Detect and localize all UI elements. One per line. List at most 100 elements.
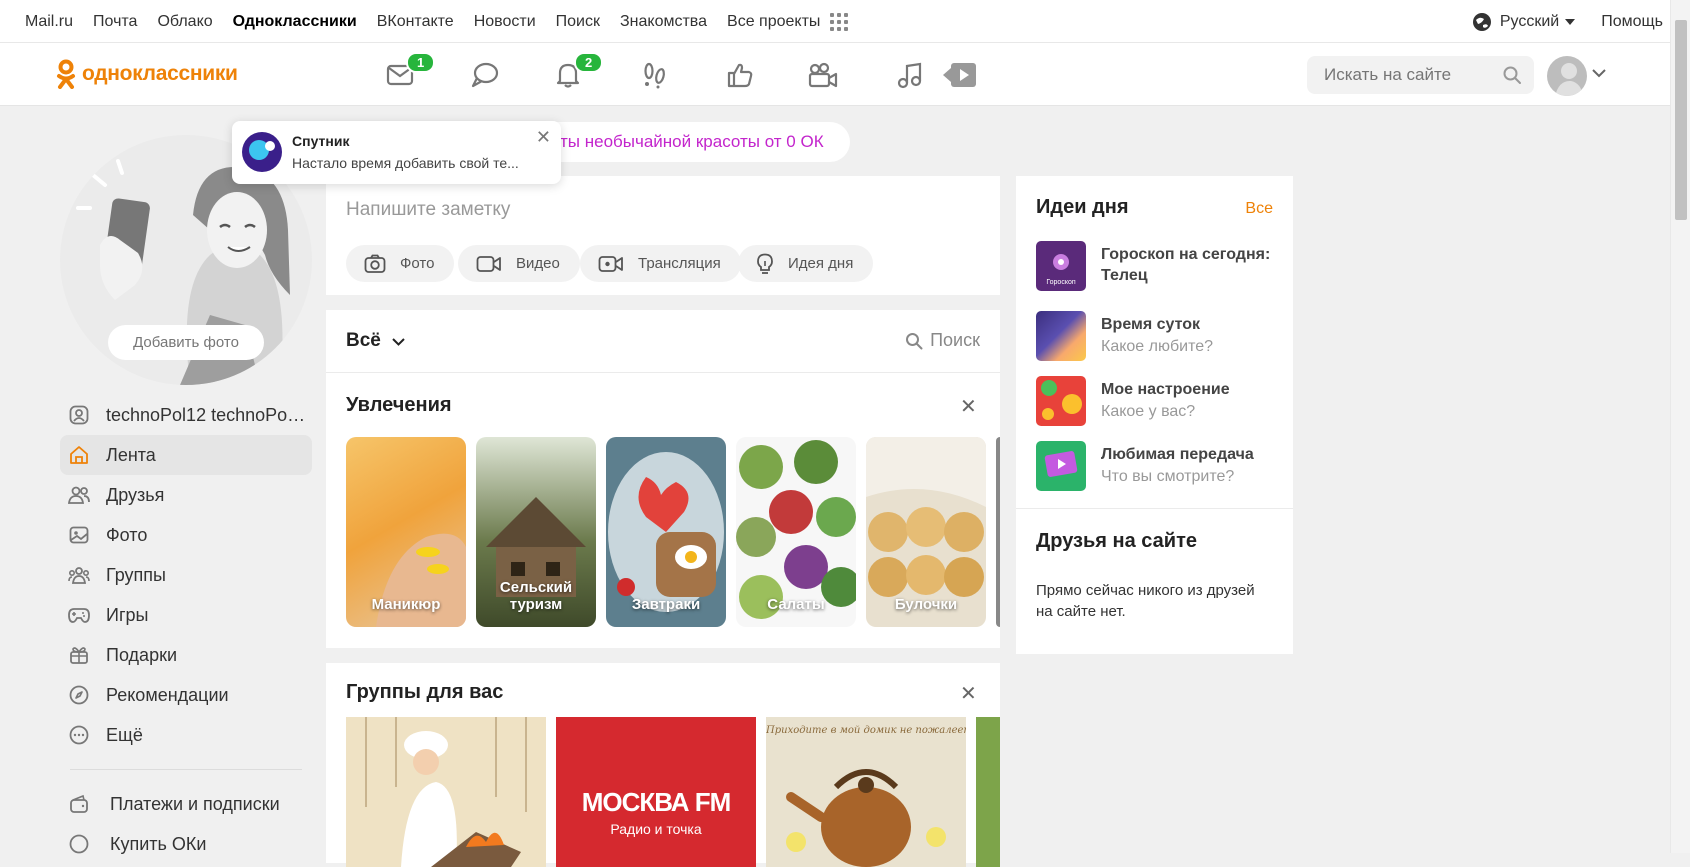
help-link[interactable]: Помощь — [1601, 13, 1663, 31]
feed-filter[interactable]: Всё — [346, 330, 405, 352]
nav-messages[interactable]: 1 — [382, 52, 436, 93]
wallet-icon — [70, 794, 88, 813]
hobby-card-salads[interactable]: Салаты — [736, 437, 856, 627]
site-header: одноклассники 1 2 — [0, 43, 1690, 106]
hobby-label: Салаты — [767, 596, 825, 613]
sidebar-item-gifts[interactable]: Подарки — [60, 635, 312, 675]
promo-banner[interactable]: ты необычайной красоты от 0 ОК — [520, 122, 850, 162]
chevron-down-icon[interactable] — [1592, 69, 1606, 78]
tooltip-text: Настало время добавить свой те... — [292, 155, 519, 171]
note-idea-button[interactable]: Идея дня — [738, 245, 874, 282]
idea-title: Мое настроение — [1101, 381, 1230, 398]
hobby-card-rural-tourism[interactable]: Сельский туризм — [476, 437, 596, 627]
portal-link-dating[interactable]: Знакомства — [620, 13, 707, 31]
nav-video-play[interactable] — [942, 57, 978, 93]
nav-events[interactable] — [722, 57, 758, 93]
sidebar-item-label: Лента — [106, 444, 156, 465]
hobby-card-partial[interactable] — [996, 437, 1000, 627]
notifications-badge: 2 — [574, 52, 604, 73]
portal-link-news[interactable]: Новости — [474, 13, 536, 31]
note-input[interactable]: Напишите заметку — [346, 199, 510, 221]
note-photo-button[interactable]: Фото — [346, 245, 455, 282]
idea-title: Гороскоп на сегодня: Телец — [1101, 246, 1271, 284]
portal-link-ok[interactable]: Одноклассники — [233, 13, 357, 31]
sidebar-item-label: Подарки — [106, 644, 178, 665]
nav-discussions[interactable] — [467, 57, 503, 93]
video-play-icon — [943, 63, 976, 87]
ok-logo-icon — [57, 59, 75, 89]
chevron-down-icon — [392, 338, 405, 346]
close-icon[interactable]: ✕ — [960, 394, 977, 419]
tooltip-title: Спутник — [292, 133, 350, 149]
video-icon — [476, 255, 501, 272]
ideas-divider — [1016, 508, 1293, 509]
portal-links: Mail.ru Почта Облако Одноклассники ВКонт… — [25, 0, 849, 43]
portal-link-search[interactable]: Поиск — [556, 13, 600, 31]
sidebar-item-groups[interactable]: Группы — [60, 555, 312, 595]
close-icon[interactable]: ✕ — [960, 681, 977, 706]
hobby-label: Булочки — [894, 596, 958, 613]
music-note-icon — [897, 62, 922, 89]
sidebar-item-profile[interactable]: technoPol12 technoPol... — [60, 395, 312, 435]
sidebar-item-recommendations[interactable]: Рекомендации — [60, 675, 312, 715]
close-icon[interactable]: ✕ — [536, 127, 551, 148]
like-icon — [727, 63, 753, 88]
group-tile-moskva-fm[interactable]: МОСКВА FM Радио и точка — [556, 717, 756, 867]
idea-item-time-of-day[interactable]: Время суток Какое любите? — [1036, 311, 1276, 361]
portal-topbar: Mail.ru Почта Облако Одноклассники ВКонт… — [0, 0, 1690, 43]
ideas-title: Идеи дня — [1036, 196, 1129, 218]
nav-guests[interactable] — [637, 57, 673, 93]
add-photo-button[interactable]: Добавить фото — [108, 325, 264, 360]
feed-search[interactable]: Поиск — [905, 330, 980, 351]
sidebar-item-label: Платежи и подписки — [110, 793, 280, 814]
idea-item-mood[interactable]: Мое настроение Какое у вас? — [1036, 376, 1276, 426]
note-broadcast-button[interactable]: Трансляция — [580, 245, 741, 282]
group-tile-pinup[interactable] — [346, 717, 546, 867]
idea-item-horoscope[interactable]: Гороскоп Гороскоп на сегодня: Телец — [1036, 241, 1276, 291]
hobby-card-buns[interactable]: Булочки — [866, 437, 986, 627]
feed-card: Всё Поиск Увлечения ✕ Маникюр Сельский т… — [326, 310, 1000, 648]
sidebar-item-label: Купить ОКи — [110, 833, 207, 854]
group-tile-teapot[interactable]: Приходите в мой домик не пожалеете! — [766, 717, 966, 867]
sidebar-item-more[interactable]: Ещё — [60, 715, 312, 755]
site-search-input[interactable] — [1322, 64, 1492, 86]
portal-link-vk[interactable]: ВКонтакте — [377, 13, 454, 31]
portal-link-mailru[interactable]: Mail.ru — [25, 13, 73, 31]
portal-link-mail[interactable]: Почта — [93, 13, 137, 31]
user-avatar[interactable] — [1547, 56, 1587, 96]
ok-logo[interactable]: одноклассники — [56, 59, 238, 89]
search-icon[interactable] — [1502, 65, 1522, 85]
sidebar-item-payments[interactable]: Платежи и подписки — [60, 784, 312, 824]
ideas-card: Идеи дня Все Гороскоп Гороскоп на сегодн… — [1016, 176, 1293, 654]
ideas-all-link[interactable]: Все — [1245, 200, 1273, 218]
group-tile-partial[interactable] — [976, 717, 1000, 867]
sidebar-item-friends[interactable]: Друзья — [60, 475, 312, 515]
note-idea-label: Идея дня — [788, 255, 854, 272]
sidebar-item-photos[interactable]: Фото — [60, 515, 312, 555]
sidebar-item-buy-ok[interactable]: Купить ОКи — [60, 824, 312, 864]
hobby-card-breakfasts[interactable]: Завтраки — [606, 437, 726, 627]
site-search[interactable] — [1307, 56, 1534, 94]
sidebar-item-games[interactable]: Игры — [60, 595, 312, 635]
apps-grid-icon[interactable] — [830, 12, 849, 31]
sidebar-item-feed[interactable]: Лента — [60, 435, 312, 475]
idea-title: Время суток — [1101, 316, 1201, 333]
nav-notifications[interactable]: 2 — [550, 52, 604, 93]
portal-link-all-projects[interactable]: Все проекты — [727, 13, 820, 31]
hobby-card-manicure[interactable]: Маникюр — [346, 437, 466, 627]
nav-music[interactable] — [891, 57, 927, 93]
note-video-button[interactable]: Видео — [458, 245, 580, 282]
idea-subtitle: Что вы смотрите? — [1101, 468, 1235, 485]
user-icon — [69, 405, 89, 425]
chat-icon — [471, 62, 499, 88]
note-video-label: Видео — [516, 255, 560, 272]
feed-filter-label: Всё — [346, 330, 381, 351]
idea-item-favorite-show[interactable]: Любимая передача Что вы смотрите? — [1036, 441, 1276, 491]
portal-link-cloud[interactable]: Облако — [157, 13, 212, 31]
scrollbar-thumb[interactable] — [1675, 20, 1687, 220]
language-select[interactable]: Русский — [1500, 13, 1559, 31]
feed-search-label: Поиск — [930, 330, 980, 350]
nav-video[interactable] — [805, 57, 841, 93]
moskva-fm-slogan: Радио и точка — [610, 821, 702, 837]
page-scrollbar[interactable] — [1670, 0, 1690, 853]
